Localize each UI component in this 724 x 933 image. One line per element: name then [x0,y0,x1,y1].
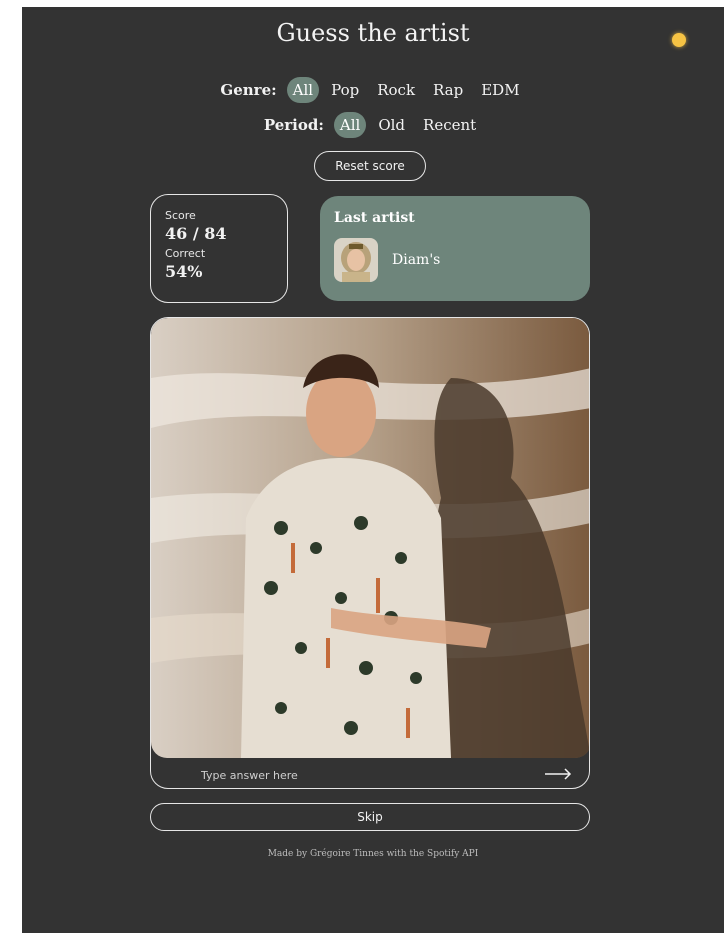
score-value: 46 / 84 [165,224,227,243]
last-artist-name: Diam's [392,252,441,268]
period-chip-recent[interactable]: Recent [417,112,482,138]
genre-chip-pop[interactable]: Pop [325,77,365,103]
last-artist-row: Diam's [334,238,576,282]
skip-button[interactable]: Skip [150,803,590,831]
genre-chip-rap[interactable]: Rap [427,77,469,103]
last-artist-title: Last artist [334,210,415,226]
app-page: Guess the artist Genre: All Pop Rock Rap… [22,7,724,933]
score-card: Score 46 / 84 Correct 54% [150,194,288,303]
genre-label: Genre: [220,81,277,99]
artist-photo [151,318,589,758]
footer-credit: Made by Grégoire Tinnes with the Spotify… [267,849,479,859]
artist-photo-card [150,317,590,789]
last-artist-avatar [334,238,378,282]
genre-chip-all[interactable]: All [286,77,320,103]
period-label: Period: [263,116,324,134]
correct-label: Correct [165,247,206,260]
arrow-right-icon[interactable] [543,764,573,784]
period-filter: Period: All Old Recent [22,112,724,138]
reset-score-button[interactable]: Reset score [314,151,426,181]
last-artist-card: Last artist Diam's [320,196,590,301]
answer-input[interactable] [199,764,523,786]
page-title: Guess the artist [276,19,470,47]
period-chip-old[interactable]: Old [372,112,411,138]
period-chip-all[interactable]: All [333,112,367,138]
correct-value: 54% [165,262,203,281]
genre-filter: Genre: All Pop Rock Rap EDM [22,77,724,103]
answer-row [151,758,589,788]
genre-chip-edm[interactable]: EDM [475,77,525,103]
sun-icon[interactable] [672,33,686,47]
genre-chip-rock[interactable]: Rock [371,77,421,103]
score-label: Score [165,209,196,222]
